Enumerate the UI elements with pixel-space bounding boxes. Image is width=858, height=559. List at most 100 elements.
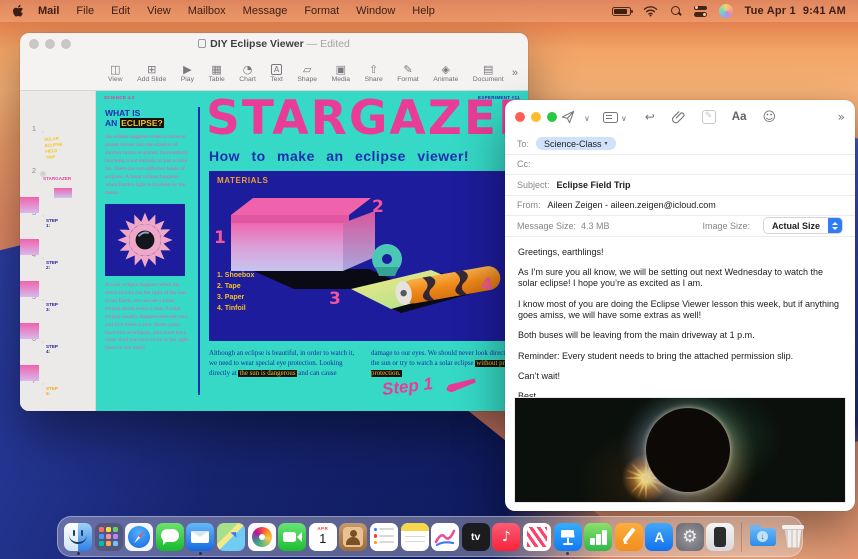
wifi-icon[interactable] xyxy=(643,5,658,17)
slide-thumb-1[interactable]: 1 SOLAR ECLIPSE FIELD TRIP xyxy=(20,97,95,135)
menu-bar: Mail File Edit View Mailbox Message Form… xyxy=(0,0,858,22)
dock-music-icon[interactable] xyxy=(492,523,520,551)
dock-facetime-icon[interactable] xyxy=(278,523,306,551)
dock-pages-icon[interactable] xyxy=(615,523,643,551)
control-center-icon[interactable] xyxy=(694,6,707,17)
menu-item-mailbox[interactable]: Mailbox xyxy=(188,5,226,17)
eclipse-moon-disc xyxy=(646,408,730,492)
menu-item-file[interactable]: File xyxy=(76,5,94,17)
slide-thumb-5[interactable]: 5 STEP 3: xyxy=(20,265,95,303)
toolbar-format-button[interactable]: Format xyxy=(397,64,419,83)
dock-maps-icon[interactable] xyxy=(217,523,245,551)
chart-icon xyxy=(243,64,253,75)
dock-freeform-icon[interactable] xyxy=(431,523,459,551)
dock-calendar-icon[interactable]: APR1 xyxy=(309,523,337,551)
window-controls[interactable] xyxy=(515,112,557,122)
mail-toolbar-overflow-button[interactable] xyxy=(838,110,845,124)
dock-news-icon[interactable] xyxy=(523,523,551,551)
dock-reminders-icon[interactable] xyxy=(370,523,398,551)
slide-title: STARGAZER xyxy=(206,91,528,146)
toolbar-text-button[interactable]: Text xyxy=(270,63,282,83)
materials-illustration xyxy=(209,171,521,341)
image-size-select[interactable]: Actual Size xyxy=(763,217,843,234)
slide-thumb-4[interactable]: 4 STEP 2: xyxy=(20,223,95,261)
dock-finder-icon[interactable] xyxy=(64,523,92,551)
header-fields-button[interactable] xyxy=(603,112,618,123)
attach-button[interactable] xyxy=(672,110,685,124)
dock-numbers-icon[interactable] xyxy=(584,523,612,551)
toolbar-document-button[interactable]: Document xyxy=(473,64,504,83)
subject-field[interactable]: Subject: Eclipse Field Trip xyxy=(505,175,855,196)
dock-photos-icon[interactable] xyxy=(248,523,276,551)
message-size-value: 4.3 MB xyxy=(581,221,610,231)
dock-tv-icon[interactable]: tv xyxy=(462,523,490,551)
menu-item-edit[interactable]: Edit xyxy=(111,5,130,17)
menu-item-help[interactable]: Help xyxy=(412,5,435,17)
spotlight-search-icon[interactable] xyxy=(670,5,682,17)
size-row: Message Size: 4.3 MB Image Size: Actual … xyxy=(505,216,855,237)
slide-canvas[interactable]: SCIENCE 4.0 EXPERIMENT #11 WHAT IS AN EC… xyxy=(96,91,528,411)
table-icon xyxy=(211,64,221,75)
dock-iphone-mirroring-icon[interactable] xyxy=(706,523,734,551)
battery-icon[interactable] xyxy=(612,7,631,16)
dock-notes-icon[interactable] xyxy=(401,523,429,551)
slide-left-column: WHAT IS AN ECLIPSE? An eclipse happens w… xyxy=(105,108,191,353)
document-icon xyxy=(198,39,206,48)
markup-button[interactable] xyxy=(702,110,716,124)
format-button[interactable]: Aa xyxy=(732,111,747,123)
apple-menu-icon[interactable] xyxy=(12,4,24,18)
recipient-token[interactable]: Science-Class▾ xyxy=(536,137,616,150)
dock-keynote-icon[interactable] xyxy=(554,523,582,551)
toolbar-play-button[interactable]: Play xyxy=(181,64,194,83)
menu-item-view[interactable]: View xyxy=(147,5,171,17)
dock-downloads-icon[interactable]: ↓ xyxy=(749,523,777,551)
share-icon xyxy=(369,64,378,75)
image-size-label: Image Size: xyxy=(702,221,750,231)
siri-icon[interactable] xyxy=(719,4,733,18)
eclipse-photo-attachment[interactable] xyxy=(515,398,845,502)
dock-launchpad-icon[interactable] xyxy=(95,523,123,551)
toolbar-table-button[interactable]: Table xyxy=(209,64,225,83)
toolbar-shape-button[interactable]: Shape xyxy=(297,64,317,83)
send-button[interactable] xyxy=(561,110,575,124)
toolbar-chart-button[interactable]: Chart xyxy=(239,64,256,83)
toolbar-animate-button[interactable]: Animate xyxy=(433,64,458,83)
undo-button[interactable] xyxy=(645,110,655,124)
slide-thumb-3[interactable]: 3 STEP 1: xyxy=(20,181,95,219)
toolbar-overflow-button[interactable] xyxy=(512,67,518,79)
send-options-chevron-icon[interactable] xyxy=(584,110,590,124)
menu-item-window[interactable]: Window xyxy=(356,5,395,17)
toolbar-add-slide-button[interactable]: Add Slide xyxy=(137,64,166,83)
subject-value: Eclipse Field Trip xyxy=(557,180,631,190)
keynote-toolbar: View Add Slide Play Table Chart Text Sha… xyxy=(20,55,528,91)
dock-mail-icon[interactable] xyxy=(186,523,214,551)
header-fields-chevron-icon[interactable] xyxy=(621,110,627,124)
dock-system-settings-icon[interactable] xyxy=(676,523,704,551)
menu-item-mail[interactable]: Mail xyxy=(38,5,59,17)
toolbar-share-button[interactable]: Share xyxy=(365,64,383,83)
emoji-button[interactable] xyxy=(762,110,776,125)
music-note-icon xyxy=(502,528,511,546)
from-field[interactable]: From: Aileen Zeigen - aileen.zeigen@iclo… xyxy=(505,196,855,217)
materials-list: 1. Shoebox 2. Tape 3. Paper 4. Tinfoil xyxy=(217,271,254,314)
dock-contacts-icon[interactable] xyxy=(339,523,367,551)
slide-thumb-7[interactable]: 7 STEP 5: xyxy=(20,349,95,387)
marker-stroke xyxy=(445,377,476,394)
to-field[interactable]: To: Science-Class▾ xyxy=(505,134,855,155)
dock-messages-icon[interactable] xyxy=(156,523,184,551)
token-chevron-icon: ▾ xyxy=(605,140,608,147)
slide-thumb-6[interactable]: 6 STEP 4: xyxy=(20,307,95,345)
cc-field[interactable]: Cc: xyxy=(505,155,855,176)
view-icon xyxy=(110,64,120,75)
dock-safari-icon[interactable] xyxy=(125,523,153,551)
menu-item-format[interactable]: Format xyxy=(304,5,339,17)
menu-bar-clock[interactable]: Tue Apr 1 9:41 AM xyxy=(745,5,846,17)
dock-trash-icon[interactable] xyxy=(779,523,807,551)
message-body[interactable]: Greetings, earthlings! As I’m sure you a… xyxy=(505,237,855,415)
mail-toolbar[interactable]: Aa xyxy=(505,100,855,134)
dock-app-store-icon[interactable]: A xyxy=(645,523,673,551)
keynote-titlebar[interactable]: DIY Eclipse Viewer — Edited xyxy=(20,33,528,55)
menu-item-message[interactable]: Message xyxy=(243,5,288,17)
toolbar-media-button[interactable]: Media xyxy=(332,64,351,83)
toolbar-view-button[interactable]: View xyxy=(108,64,123,83)
